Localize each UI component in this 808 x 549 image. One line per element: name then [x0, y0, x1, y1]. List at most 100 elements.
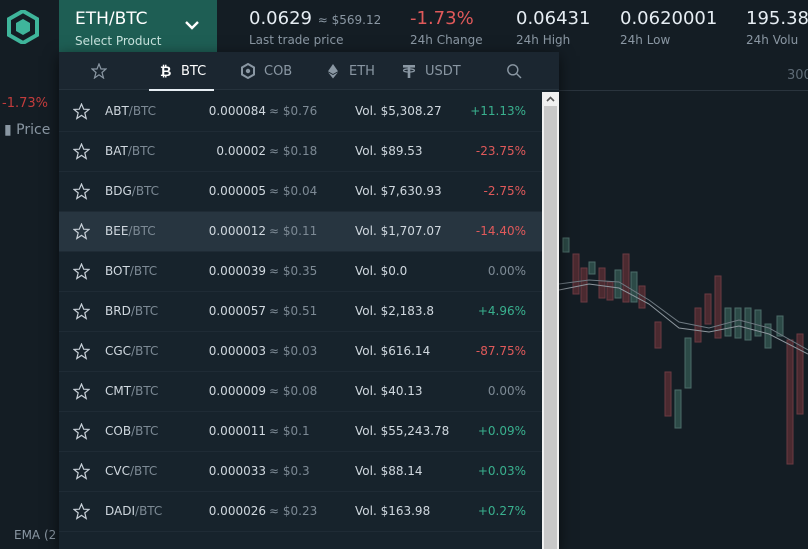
scrollbar-thumb[interactable]: [544, 106, 557, 549]
pair-quote: /BTC: [129, 264, 158, 278]
market-row[interactable]: CGC/BTC 0.000003 ≈ $0.03 Vol. $616.14 -87.75…: [59, 332, 542, 372]
star-icon[interactable]: [73, 343, 90, 360]
pair-volume: Vol. $89.53: [355, 144, 423, 158]
pair-usd-price: ≈ $0.03: [269, 344, 317, 358]
candlestick-chart: [559, 237, 808, 465]
pair-price: 0.000003: [208, 344, 266, 358]
approx-sign: ≈: [269, 304, 283, 318]
pair-usd-price: ≈ $0.18: [269, 144, 317, 158]
scrollbar[interactable]: [542, 92, 559, 549]
pair-volume: Vol. $40.13: [355, 384, 423, 398]
pair-usd-price: ≈ $0.08: [269, 384, 317, 398]
approx-sign: ≈: [269, 264, 283, 278]
star-icon[interactable]: [73, 143, 90, 160]
tab-cob[interactable]: COB: [240, 52, 292, 90]
pair-price: 0.000026: [208, 504, 266, 518]
pair-base: BEE: [105, 224, 129, 238]
market-row[interactable]: BEE/BTC 0.000012 ≈ $0.11 Vol. $1,707.07 -14.…: [59, 212, 542, 252]
tab-usdt-label: USDT: [425, 63, 461, 79]
pair-usd-price: ≈ $0.04: [269, 184, 317, 198]
pair-change: -2.75%: [483, 184, 526, 198]
pair-usd-value: $0.03: [282, 344, 318, 358]
search-button[interactable]: [506, 52, 522, 90]
pair-volume: Vol. $1,707.07: [355, 224, 442, 238]
pair-name: COB/BTC: [105, 424, 158, 438]
pair-volume: Vol. $163.98: [355, 504, 431, 518]
pair-name: BRD/BTC: [105, 304, 158, 318]
star-icon[interactable]: [73, 423, 90, 440]
pair-change: +4.96%: [477, 304, 526, 318]
pair-name: CGC/BTC: [105, 344, 158, 358]
scroll-up-arrow-icon[interactable]: [546, 96, 555, 102]
pair-quote: /BTC: [131, 344, 159, 358]
candles: [562, 237, 804, 465]
high-value: 0.06431: [516, 8, 591, 29]
market-row[interactable]: COB/BTC 0.000011 ≈ $0.1 Vol. $55,243.78 +0.0…: [59, 412, 542, 452]
star-icon[interactable]: [73, 263, 90, 280]
pair-price: 0.000033: [208, 464, 266, 478]
pair-base: BRD: [105, 304, 131, 318]
pair-usd-value: $0.76: [282, 104, 318, 118]
pair-name: ABT/BTC: [105, 104, 156, 118]
market-row[interactable]: BDG/BTC 0.000005 ≈ $0.04 Vol. $7,630.93 -2.7…: [59, 172, 542, 212]
pair-volume: Vol. $616.14: [355, 344, 431, 358]
product-pair: ETH/BTC: [75, 9, 148, 29]
star-icon[interactable]: [73, 463, 90, 480]
pair-price: 0.000011: [208, 424, 266, 438]
star-icon[interactable]: [73, 183, 90, 200]
change-value: -1.73%: [410, 8, 474, 29]
tab-usdt[interactable]: USDT: [401, 52, 461, 90]
pair-quote: /BTC: [129, 464, 158, 478]
logo-icon[interactable]: [6, 10, 40, 44]
last-price-value: 0.0629: [249, 8, 312, 29]
market-row[interactable]: DADI/BTC 0.000026 ≈ $0.23 Vol. $163.98 +0.27…: [59, 492, 542, 532]
low-label: 24h Low: [620, 33, 671, 47]
pair-quote: /BTC: [130, 304, 159, 318]
approx-sign: ≈: [269, 464, 283, 478]
star-icon[interactable]: [73, 503, 90, 520]
tab-cob-label: COB: [264, 63, 293, 79]
volume-label: 24h Volu: [746, 33, 799, 47]
ema-label: EMA (2: [14, 528, 57, 542]
pair-name: CMT/BTC: [105, 384, 158, 398]
price-chart[interactable]: [559, 54, 808, 549]
pair-change: -14.40%: [475, 224, 526, 238]
tab-eth[interactable]: ETH: [325, 52, 375, 90]
pair-name: BOT/BTC: [105, 264, 157, 278]
star-icon[interactable]: [73, 103, 90, 120]
market-row[interactable]: CMT/BTC 0.000009 ≈ $0.08 Vol. $40.13 0.00%: [59, 372, 542, 412]
pair-base: BAT: [105, 144, 128, 158]
product-selector[interactable]: ETH/BTC Select Product: [59, 0, 217, 54]
pair-price: 0.000039: [208, 264, 266, 278]
pair-usd-price: ≈ $0.23: [269, 504, 317, 518]
pair-quote: /BTC: [131, 424, 159, 438]
pair-base: CMT: [105, 384, 132, 398]
market-row[interactable]: CVC/BTC 0.000033 ≈ $0.3 Vol. $88.14 +0.03%: [59, 452, 542, 492]
top-bar: ETH/BTC Select Product 0.0629 ≈ $569.12 …: [0, 0, 808, 54]
tab-btc-label: BTC: [181, 63, 207, 79]
market-row[interactable]: BRD/BTC 0.000057 ≈ $0.51 Vol. $2,183.8 +4.96…: [59, 292, 542, 332]
pair-base: DADI: [105, 504, 136, 518]
pair-change: 0.00%: [487, 264, 526, 278]
star-icon[interactable]: [73, 383, 90, 400]
market-row[interactable]: BOT/BTC 0.000039 ≈ $0.35 Vol. $0.0 0.00%: [59, 252, 542, 292]
pair-base: CGC: [105, 344, 132, 358]
quote-currency-tabs: ₿ BTC COB ETH USDT: [59, 52, 559, 91]
pair-quote: /BTC: [131, 184, 160, 198]
pair-quote: /BTC: [127, 144, 156, 158]
market-row[interactable]: BAT/BTC 0.00002 ≈ $0.18 Vol. $89.53 -23.75%: [59, 132, 542, 172]
pair-price: 0.00002: [216, 144, 266, 158]
price-tab[interactable]: ▮ Price: [4, 122, 50, 138]
last-price-label: Last trade price: [249, 33, 344, 47]
star-icon[interactable]: [73, 303, 90, 320]
pair-usd-price: ≈ $0.51: [269, 304, 317, 318]
tab-btc[interactable]: ₿ BTC: [148, 52, 215, 91]
star-icon[interactable]: [73, 223, 90, 240]
pair-price: 0.000009: [208, 384, 266, 398]
pair-change: +0.27%: [477, 504, 526, 518]
tab-favorites[interactable]: [91, 52, 107, 90]
pair-quote: /BTC: [128, 224, 156, 238]
market-row[interactable]: ABT/BTC 0.000084 ≈ $0.76 Vol. $5,308.27 +11.…: [59, 92, 542, 132]
pair-usd-value: $0.23: [282, 504, 318, 518]
volume-value: 195.38: [746, 8, 808, 29]
